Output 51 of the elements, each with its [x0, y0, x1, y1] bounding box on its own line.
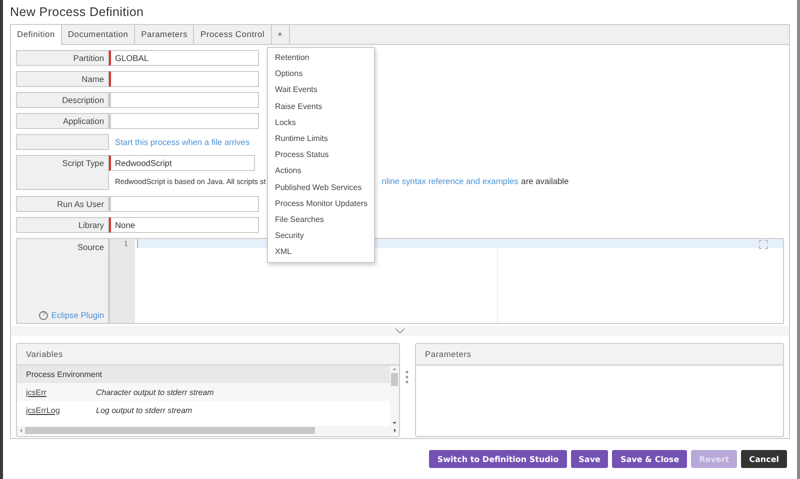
- button[interactable]: Switch to Definition Studio: [429, 450, 567, 468]
- label-text: Library: [78, 220, 104, 230]
- window-title: New Process Definition: [10, 4, 145, 21]
- button[interactable]: Cancel: [741, 450, 787, 468]
- group-row: Process Environment: [17, 366, 390, 383]
- menu-item[interactable]: Wait Events: [268, 82, 374, 99]
- menu-item[interactable]: Actions: [268, 163, 374, 180]
- variable-link[interactable]: jcsErrLog: [26, 406, 96, 414]
- label-text: Run As User: [56, 199, 104, 209]
- menu-item[interactable]: Runtime Limits: [268, 130, 374, 148]
- label-text: Application: [63, 116, 104, 126]
- menu-item[interactable]: Process Monitor Updaters: [268, 196, 374, 212]
- expand-icon: [759, 240, 768, 249]
- input-field[interactable]: GLOBAL: [109, 50, 259, 66]
- input-field[interactable]: [109, 71, 259, 87]
- variable-description: Character output to stderr stream: [96, 388, 214, 396]
- input-field[interactable]: [109, 92, 259, 108]
- drag-handle-icon: [405, 370, 409, 384]
- menu-item[interactable]: Raise Events: [268, 98, 374, 115]
- menu-item[interactable]: Locks: [268, 114, 374, 131]
- menu-item[interactable]: Retention: [268, 50, 374, 66]
- menu-item[interactable]: File Searches: [268, 212, 374, 228]
- label-text: Description: [62, 95, 104, 105]
- splitter-bar[interactable]: [11, 326, 789, 336]
- button[interactable]: Save & Close: [612, 450, 688, 468]
- button[interactable]: Save: [570, 450, 608, 468]
- panel-header: Variables: [17, 344, 399, 366]
- menu-item[interactable]: Options: [268, 66, 374, 82]
- menu-item[interactable]: Process Status: [268, 147, 374, 164]
- script-note: are available: [521, 176, 569, 186]
- menu-item[interactable]: Published Web Services: [268, 180, 374, 196]
- label-text: Source: [77, 242, 104, 252]
- vertical-scrollbar[interactable]: [390, 366, 399, 426]
- tab[interactable]: Process Control: [194, 25, 272, 44]
- label-text: Name: [82, 74, 104, 84]
- tab[interactable]: Documentation: [62, 25, 136, 44]
- variable-description: Log output to stderr stream: [96, 406, 192, 414]
- chevron-down-icon: [395, 328, 405, 334]
- panel-header: Parameters: [416, 344, 783, 366]
- label-text: Partition: [73, 53, 104, 63]
- tab[interactable]: Definition: [11, 25, 62, 45]
- horizontal-scrollbar[interactable]: [17, 426, 399, 435]
- menu-item[interactable]: XML: [268, 244, 374, 260]
- tab[interactable]: +: [272, 25, 290, 44]
- label-text: Script Type: [62, 158, 104, 168]
- tab[interactable]: Parameters: [135, 25, 194, 44]
- input-field[interactable]: [109, 196, 259, 212]
- variable-link[interactable]: jcsErr: [26, 388, 96, 396]
- input-field[interactable]: [109, 113, 259, 129]
- input-field[interactable]: None: [109, 217, 259, 233]
- input-field[interactable]: RedwoodScript: [109, 155, 255, 171]
